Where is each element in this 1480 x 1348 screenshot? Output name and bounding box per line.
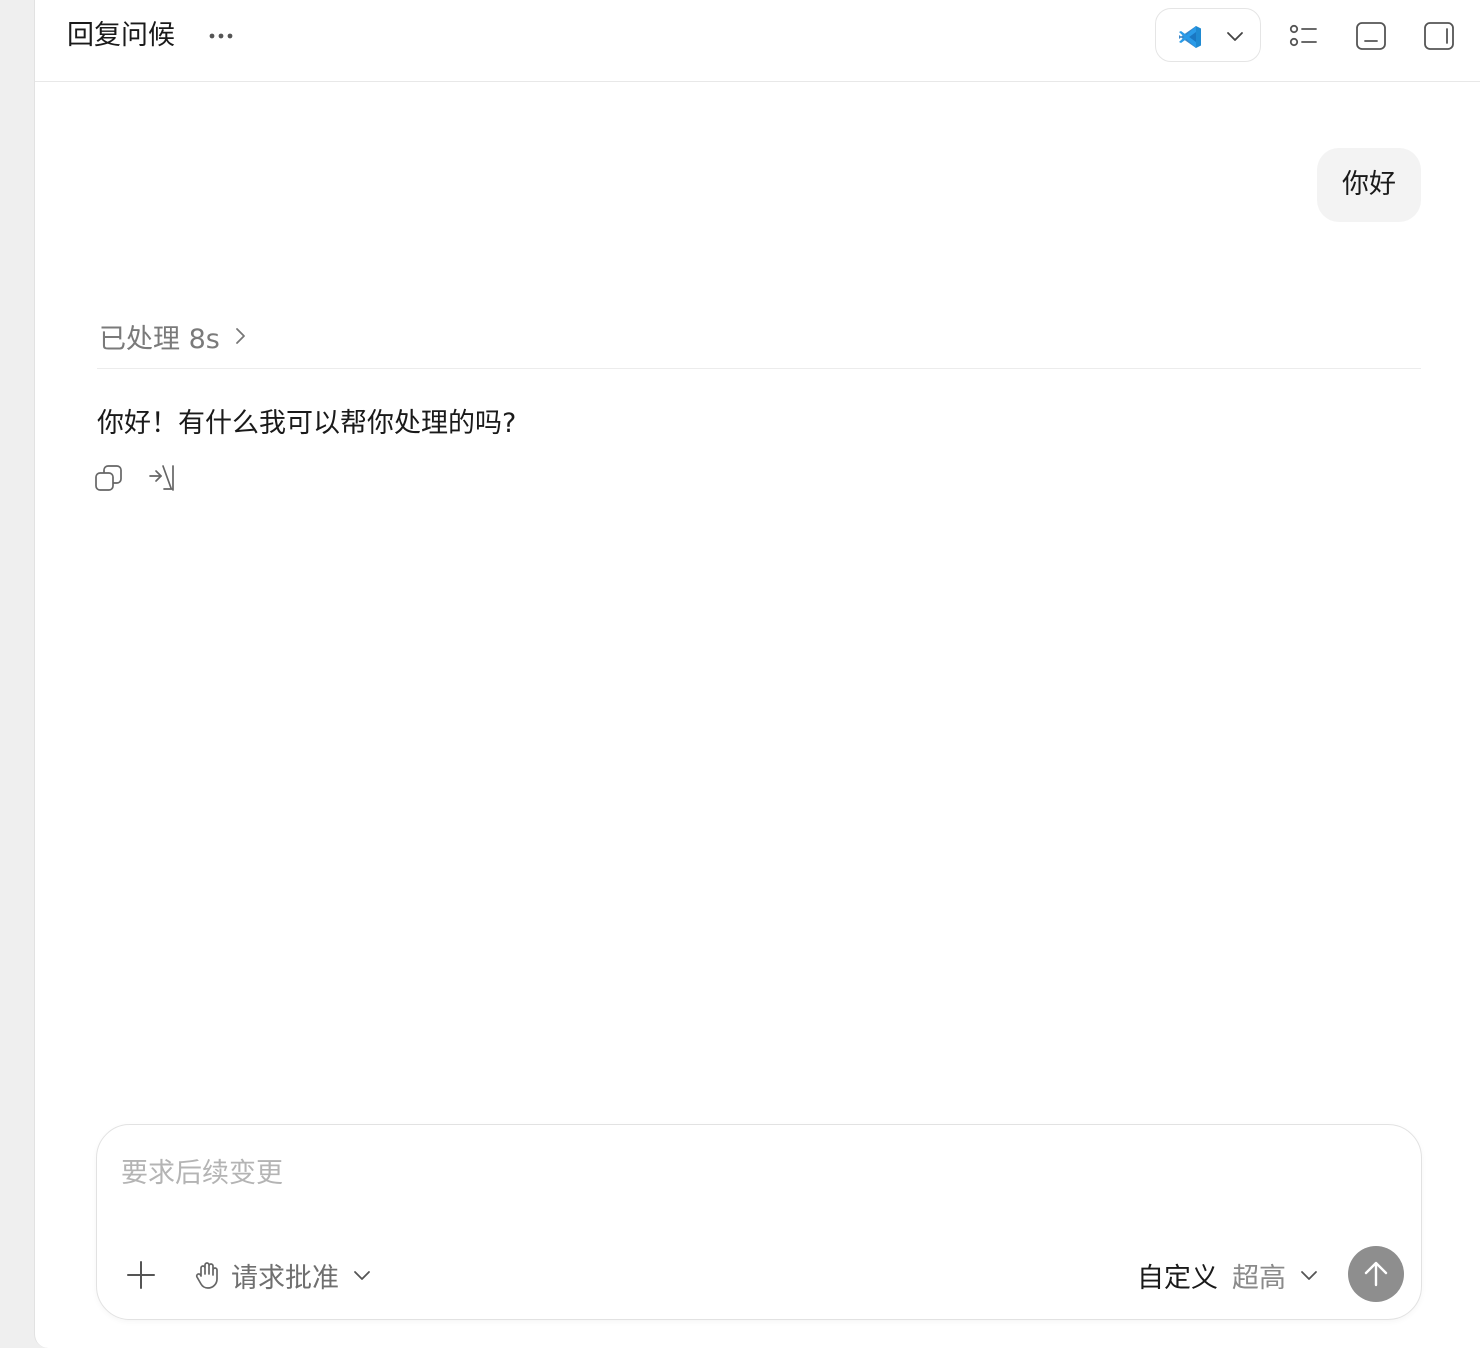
model-name: 自定义 (1137, 1262, 1218, 1294)
arrow-up-icon (1364, 1261, 1388, 1287)
approval-mode-dropdown[interactable]: 请求批准 (195, 1255, 373, 1295)
open-in-editor-dropdown[interactable] (1155, 8, 1261, 62)
processed-label: 已处理 8s (99, 323, 220, 355)
processed-toggle[interactable]: 已处理 8s (99, 316, 248, 356)
chevron-down-icon (354, 1271, 370, 1280)
send-button[interactable] (1348, 1246, 1404, 1302)
more-options-button[interactable] (205, 20, 239, 52)
divider (97, 368, 1421, 369)
vscode-icon (1179, 26, 1201, 48)
hand-icon (195, 1262, 218, 1289)
model-selector-dropdown[interactable]: 自定义 超高 (1137, 1255, 1320, 1295)
chevron-down-icon (1301, 1271, 1317, 1280)
bottom-panel-toggle-icon[interactable] (1355, 20, 1387, 52)
add-attachment-button[interactable] (123, 1257, 159, 1293)
reasoning-level: 超高 (1232, 1262, 1286, 1294)
header: 回复问候 (35, 0, 1480, 82)
follow-up-input[interactable] (121, 1147, 1391, 1199)
chevron-right-icon (235, 328, 245, 344)
list-icon[interactable] (1287, 20, 1319, 52)
copy-icon[interactable] (93, 462, 125, 494)
assistant-message: 你好！有什么我可以帮你处理的吗? (97, 408, 517, 439)
chat-window: 回复问候 你好 已处理 8s 你好！有什么我可以帮你处理的吗? 要求后续变更 请… (34, 0, 1480, 1348)
page-title: 回复问候 (67, 20, 175, 51)
fork-branch-icon[interactable] (147, 462, 179, 494)
approval-mode-label: 请求批准 (231, 1262, 339, 1294)
chevron-down-icon (1227, 32, 1243, 41)
user-message-bubble: 你好 (1317, 148, 1421, 222)
composer: 请求批准 自定义 超高 (96, 1124, 1422, 1320)
more-horizontal-icon (209, 33, 233, 39)
side-panel-toggle-icon[interactable] (1423, 20, 1455, 52)
